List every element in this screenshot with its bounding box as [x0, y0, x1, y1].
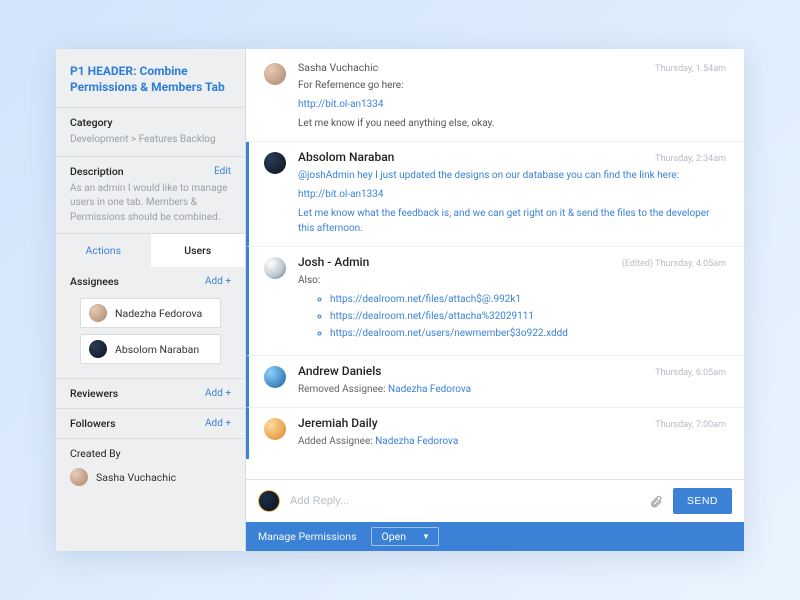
- category-path: Development > Features Backlog: [70, 133, 231, 148]
- comment-text: Also:: [298, 275, 320, 286]
- reply-input[interactable]: [290, 495, 639, 507]
- avatar: [264, 418, 286, 440]
- avatar: [264, 366, 286, 388]
- followers-section: Followers Add +: [56, 409, 245, 439]
- category-section: Category Development > Features Backlog: [56, 108, 245, 157]
- comment-author: Josh - Admin: [298, 255, 369, 269]
- event-target-link[interactable]: Nadezha Fedorova: [388, 384, 471, 395]
- chevron-down-icon: ▼: [422, 532, 430, 541]
- add-assignee-link[interactable]: Add +: [205, 276, 231, 287]
- comment-link[interactable]: https://dealroom.net/files/attacha%32029…: [330, 311, 534, 322]
- tab-users[interactable]: Users: [151, 234, 246, 267]
- event-timestamp: Thursday, 6:05am: [655, 368, 726, 378]
- activity-panel: Sasha Vuchachic Thursday, 1.54am For Ref…: [246, 49, 744, 551]
- avatar: [89, 340, 107, 358]
- description-section: Description Edit As an admin I would lik…: [56, 157, 245, 235]
- assignees-section: Assignees Add + Nadezha Fedorova Absolom…: [56, 267, 245, 379]
- comment-text: Let me know what the feedback is, and we…: [298, 208, 709, 234]
- edit-description-link[interactable]: Edit: [214, 166, 231, 177]
- avatar: [264, 63, 286, 85]
- comment-text: Let me know if you need anything else, o…: [298, 118, 494, 129]
- assignee-name: Nadezha Fedorova: [115, 307, 202, 320]
- description-label: Description: [70, 165, 124, 178]
- sidebar-tabs: Actions Users: [56, 234, 245, 267]
- assignee-name: Absolom Naraban: [115, 343, 199, 356]
- reviewers-section: Reviewers Add +: [56, 379, 245, 409]
- sidebar: P1 HEADER: Combine Permissions & Members…: [56, 49, 246, 551]
- assignee-item[interactable]: Nadezha Fedorova: [80, 298, 221, 328]
- category-label: Category: [70, 116, 231, 129]
- comment-link[interactable]: https://dealroom.net/files/attach$@.992k…: [330, 294, 521, 305]
- comment: Josh - Admin (Edited) Thursday, 4:05am A…: [246, 247, 744, 356]
- event-action: Removed Assignee:: [298, 384, 388, 395]
- assignee-item[interactable]: Absolom Naraban: [80, 334, 221, 364]
- comment-text: @joshAdmin hey I just updated the design…: [298, 170, 679, 181]
- comment: Sasha Vuchachic Thursday, 1.54am For Ref…: [246, 53, 744, 142]
- task-title: P1 HEADER: Combine Permissions & Members…: [56, 49, 245, 108]
- comment-link-list: https://dealroom.net/files/attach$@.992k…: [330, 294, 726, 339]
- reply-bar: SEND: [246, 479, 744, 522]
- event-action: Added Assignee:: [298, 436, 375, 447]
- attachment-icon[interactable]: [649, 494, 663, 508]
- comment-link[interactable]: https://dealroom.net/users/newmember$3o9…: [330, 328, 568, 339]
- reviewers-label: Reviewers: [70, 387, 118, 400]
- system-event: Jeremiah Daily Thursday, 7:00am Added As…: [246, 408, 744, 459]
- avatar: [89, 304, 107, 322]
- permissions-bar: Manage Permissions Open ▼: [246, 522, 744, 551]
- comment-author: Absolom Naraban: [298, 150, 394, 164]
- current-user-avatar: [258, 490, 280, 512]
- permissions-label: Manage Permissions: [258, 530, 357, 543]
- avatar: [264, 152, 286, 174]
- send-button[interactable]: SEND: [673, 488, 732, 514]
- comment-link[interactable]: http://bit.ol-an1334: [298, 99, 384, 110]
- permissions-select[interactable]: Open ▼: [371, 527, 439, 546]
- permissions-value: Open: [382, 530, 407, 543]
- comment-text: For Refernence go here:: [298, 80, 404, 91]
- assignee-list: Nadezha Fedorova Absolom Naraban: [70, 288, 231, 370]
- system-event: Andrew Daniels Thursday, 6:05am Removed …: [246, 356, 744, 408]
- comment-author: Sasha Vuchachic: [298, 61, 378, 74]
- created-by-section: Created By Sasha Vuchachic: [56, 439, 245, 498]
- tab-actions[interactable]: Actions: [56, 234, 151, 267]
- comment-timestamp: Thursday, 1.54am: [655, 64, 726, 74]
- comment-timestamp: Thursday, 2:34am: [655, 154, 726, 164]
- avatar: [70, 468, 88, 486]
- task-window: P1 HEADER: Combine Permissions & Members…: [56, 49, 744, 551]
- event-author: Andrew Daniels: [298, 364, 381, 378]
- event-timestamp: Thursday, 7:00am: [655, 420, 726, 430]
- assignees-label: Assignees: [70, 275, 119, 288]
- created-by-label: Created By: [70, 447, 231, 460]
- comment-link[interactable]: http://bit.ol-an1334: [298, 189, 384, 200]
- comment-timestamp: (Edited) Thursday, 4:05am: [622, 259, 726, 269]
- add-reviewer-link[interactable]: Add +: [205, 388, 231, 399]
- description-text: As an admin I would like to manage users…: [70, 182, 231, 226]
- comment: Absolom Naraban Thursday, 2:34am @joshAd…: [246, 142, 744, 247]
- followers-label: Followers: [70, 417, 115, 430]
- add-follower-link[interactable]: Add +: [205, 418, 231, 429]
- created-by-name: Sasha Vuchachic: [96, 471, 176, 484]
- event-target-link[interactable]: Nadezha Fedorova: [375, 436, 458, 447]
- avatar: [264, 257, 286, 279]
- event-author: Jeremiah Daily: [298, 416, 378, 430]
- comment-thread: Sasha Vuchachic Thursday, 1.54am For Ref…: [246, 49, 744, 479]
